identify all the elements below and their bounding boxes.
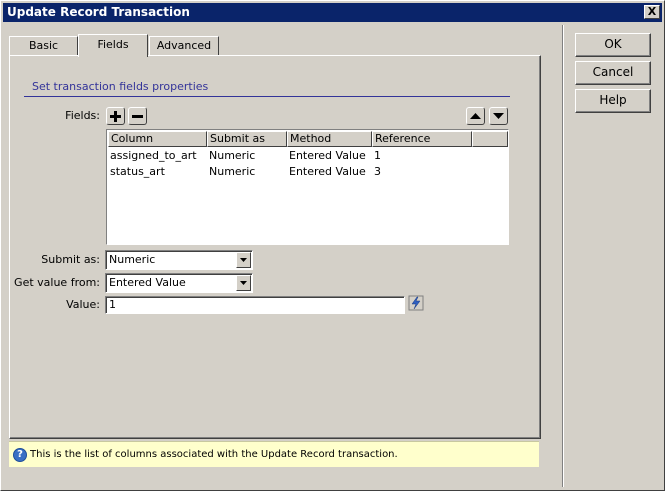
- cell-reference: 1: [374, 149, 381, 162]
- arrow-up-icon: [470, 113, 481, 119]
- cancel-button[interactable]: Cancel: [575, 61, 651, 85]
- tab-fields[interactable]: Fields: [78, 34, 148, 57]
- column-header-method[interactable]: Method: [287, 131, 372, 147]
- column-header-reference[interactable]: Reference: [372, 131, 472, 147]
- cell-method: Entered Value: [289, 165, 366, 178]
- chevron-down-icon[interactable]: [236, 275, 251, 291]
- tab-strip: Basic Fields Advanced: [9, 34, 549, 57]
- column-header-submit-as[interactable]: Submit as: [207, 131, 287, 147]
- move-up-button[interactable]: [466, 107, 485, 125]
- hint-bar: ? This is the list of columns associated…: [9, 441, 539, 467]
- tab-label: Advanced: [156, 39, 212, 52]
- chevron-down-icon[interactable]: [236, 252, 251, 268]
- cell-submit-as: Numeric: [209, 149, 256, 162]
- fields-grid[interactable]: Column Submit as Method Reference assign…: [106, 129, 509, 245]
- submit-as-value: Numeric: [109, 253, 156, 266]
- value-label: Value:: [66, 298, 100, 311]
- minus-icon: [132, 114, 143, 118]
- dialog-window: Update Record Transaction X Basic Fields…: [0, 0, 665, 491]
- tab-label: Fields: [97, 38, 129, 51]
- help-icon: ?: [13, 448, 27, 462]
- close-icon[interactable]: X: [644, 5, 660, 19]
- value-input[interactable]: 1: [105, 296, 405, 314]
- value-input-text: 1: [109, 298, 116, 311]
- fields-label: Fields:: [65, 109, 100, 122]
- move-down-button[interactable]: [489, 107, 508, 125]
- cell-column: status_art: [110, 165, 165, 178]
- cell-reference: 3: [374, 165, 381, 178]
- hint-text: This is the list of columns associated w…: [30, 449, 398, 460]
- add-field-button[interactable]: [106, 107, 125, 125]
- fields-tab-panel: Set transaction fields properties Fields…: [9, 55, 541, 439]
- cell-submit-as: Numeric: [209, 165, 256, 178]
- plus-icon: [110, 110, 121, 122]
- ok-button[interactable]: OK: [575, 33, 651, 57]
- column-header-column[interactable]: Column: [108, 131, 207, 147]
- window-title: Update Record Transaction: [7, 5, 190, 19]
- column-header-filler: [472, 131, 508, 147]
- get-value-from-label: Get value from:: [14, 276, 100, 289]
- tab-advanced[interactable]: Advanced: [149, 36, 219, 56]
- help-button[interactable]: Help: [575, 89, 651, 113]
- grid-header: Column Submit as Method Reference: [108, 131, 508, 147]
- get-value-from-select[interactable]: Entered Value: [105, 273, 253, 293]
- tab-label: Basic: [28, 39, 59, 52]
- tab-basic[interactable]: Basic: [9, 36, 78, 56]
- title-bar[interactable]: Update Record Transaction X: [3, 3, 662, 22]
- cell-column: assigned_to_art: [110, 149, 197, 162]
- table-row[interactable]: status_art Numeric Entered Value 3: [108, 164, 508, 180]
- arrow-down-icon: [493, 113, 504, 119]
- vertical-divider: [562, 25, 564, 487]
- cell-method: Entered Value: [289, 149, 366, 162]
- submit-as-label: Submit as:: [41, 253, 100, 266]
- get-value-from-value: Entered Value: [109, 276, 186, 289]
- lightning-icon[interactable]: [408, 295, 424, 311]
- table-row[interactable]: assigned_to_art Numeric Entered Value 1: [108, 148, 508, 164]
- submit-as-select[interactable]: Numeric: [105, 250, 253, 270]
- section-heading: Set transaction fields properties: [24, 80, 510, 97]
- remove-field-button[interactable]: [128, 107, 147, 125]
